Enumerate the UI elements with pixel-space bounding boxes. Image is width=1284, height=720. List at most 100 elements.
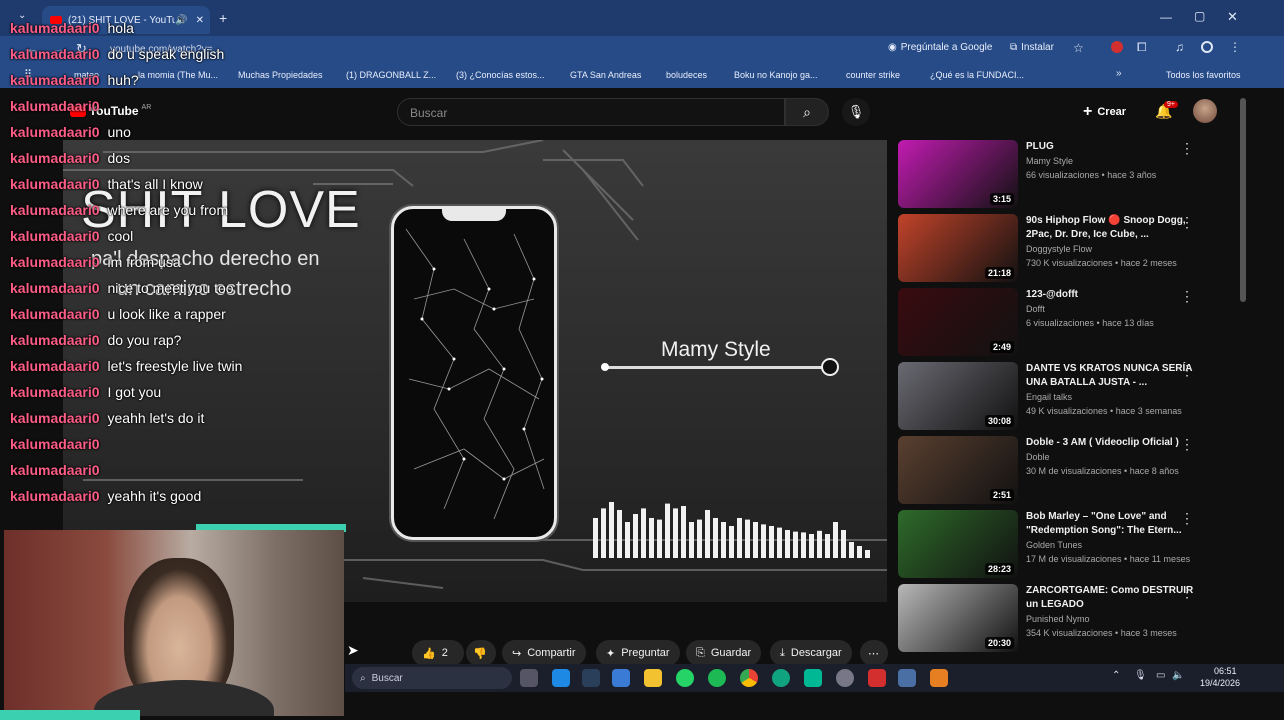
microphone-icon[interactable]: 🎙	[1134, 670, 1147, 681]
app-icon[interactable]	[612, 669, 630, 687]
install-app-button[interactable]: ⧉ Instalar	[1010, 42, 1054, 53]
video-title[interactable]: PLUG	[1026, 140, 1206, 154]
bookmark-star-icon[interactable]: ☆	[1073, 41, 1084, 55]
suggested-video-card[interactable]: 2:51 Doble - 3 AM ( Videoclip Oficial ) Do…	[898, 436, 1228, 506]
channel-name[interactable]: Doble	[1026, 452, 1050, 462]
steam-icon[interactable]	[582, 669, 600, 687]
video-thumbnail[interactable]: 2:49	[898, 288, 1018, 356]
channel-name[interactable]: Doggystyle Flow	[1026, 244, 1092, 254]
chrome-icon[interactable]	[740, 669, 758, 687]
app-icon[interactable]	[930, 669, 948, 687]
network-icon[interactable]: ▭	[1156, 670, 1165, 681]
page-scrollbar[interactable]	[1240, 98, 1246, 302]
video-thumbnail[interactable]: 3:15	[898, 140, 1018, 208]
clock-time[interactable]: 06:51	[1214, 666, 1237, 676]
share-button[interactable]: ↪ Compartir	[502, 640, 586, 666]
url-field[interactable]: youtube.com/watch?v=...	[110, 40, 880, 60]
channel-name[interactable]: Punished Nymo	[1026, 614, 1090, 624]
suggested-video-card[interactable]: 20:30 ZARCORTGAME: Como DESTRUIR un LEGAD…	[898, 584, 1228, 654]
user-avatar[interactable]	[1193, 99, 1217, 123]
more-options-icon[interactable]: ⋮	[1180, 362, 1194, 379]
clock-date[interactable]: 19/4/2026	[1200, 678, 1240, 688]
video-title[interactable]: 90s Hiphop Flow 🔴 Snoop Dogg, 2Pac, Dr. …	[1026, 214, 1206, 242]
tray-chevron-icon[interactable]: ⌃	[1112, 670, 1120, 681]
video-title[interactable]: Bob Marley – "One Love" and "Redemption …	[1026, 510, 1206, 538]
ask-button[interactable]: ✦ Preguntar	[596, 640, 680, 666]
extension-icon[interactable]	[1111, 41, 1123, 53]
settings-gear-icon[interactable]	[836, 669, 854, 687]
suggested-video-card[interactable]: 30:08 DANTE VS KRATOS NUNCA SERÍA UNA BAT…	[898, 362, 1228, 432]
video-title[interactable]: ZARCORTGAME: Como DESTRUIR un LEGADO	[1026, 584, 1206, 612]
chat-username: kalumadaari0	[10, 20, 100, 36]
video-duration: 21:18	[984, 267, 1014, 279]
bookmark-item[interactable]: GTA San Andreas	[570, 70, 641, 80]
app-icon[interactable]	[868, 669, 886, 687]
minimize-button[interactable]: —	[1160, 10, 1172, 24]
media-control-icon[interactable]: ♫	[1175, 40, 1184, 54]
ask-google-chip[interactable]: ◉ Pregúntale a Google	[888, 42, 992, 53]
suggested-video-card[interactable]: 2:49 123-@dofft Dofft 6 visualizaciones • h…	[898, 288, 1228, 358]
new-tab-button[interactable]: +	[219, 10, 227, 26]
bookmark-item[interactable]: Boku no Kanojo ga...	[734, 70, 818, 80]
video-thumbnail[interactable]: 28:23	[898, 510, 1018, 578]
suggested-video-card[interactable]: 28:23 Bob Marley – "One Love" and "Redemp…	[898, 510, 1228, 580]
progress-knob[interactable]	[821, 358, 839, 376]
bookmark-item[interactable]: counter strike	[846, 70, 900, 80]
more-options-icon[interactable]: ⋮	[1180, 584, 1194, 601]
spotify-icon[interactable]	[708, 669, 726, 687]
video-thumbnail[interactable]: 21:18	[898, 214, 1018, 282]
app-icon[interactable]	[772, 669, 790, 687]
video-title[interactable]: Doble - 3 AM ( Videoclip Oficial )	[1026, 436, 1206, 450]
all-bookmarks-folder[interactable]: Todos los favoritos	[1166, 70, 1241, 80]
suggested-video-card[interactable]: 21:18 90s Hiphop Flow 🔴 Snoop Dogg, 2Pac,…	[898, 214, 1228, 284]
task-view-icon[interactable]	[520, 669, 538, 687]
bookmark-item[interactable]: (3) ¿Conocías estos...	[456, 70, 545, 80]
whatsapp-icon[interactable]	[676, 669, 694, 687]
vscode-icon[interactable]	[552, 669, 570, 687]
extensions-puzzle-icon[interactable]: ⧠	[1137, 40, 1147, 55]
file-explorer-icon[interactable]	[644, 669, 662, 687]
save-button[interactable]: ⎘ Guardar	[686, 640, 762, 666]
tab-close-icon[interactable]: ✕	[196, 15, 204, 26]
equalizer-bar	[633, 514, 638, 558]
video-thumbnail[interactable]: 2:51	[898, 436, 1018, 504]
voice-search-mic-icon[interactable]: 🎙	[842, 98, 870, 126]
video-thumbnail[interactable]: 30:08	[898, 362, 1018, 430]
youtube-search-input[interactable]: Buscar	[397, 98, 785, 126]
youtube-search-button[interactable]: ⌕	[785, 98, 829, 126]
app-icon[interactable]	[898, 669, 916, 687]
more-options-icon[interactable]: ⋮	[1180, 288, 1194, 305]
download-button[interactable]: ⤓ Descargar	[770, 640, 852, 666]
app-icon[interactable]	[804, 669, 822, 687]
channel-name[interactable]: Golden Tunes	[1026, 540, 1082, 550]
channel-name[interactable]: Engail talks	[1026, 392, 1072, 402]
channel-name[interactable]: Mamy Style	[1026, 156, 1073, 166]
chat-message: kalumadaari0 dos	[10, 150, 130, 170]
video-thumbnail[interactable]: 20:30	[898, 584, 1018, 652]
channel-name[interactable]: Dofft	[1026, 304, 1045, 314]
more-options-icon[interactable]: ⋮	[1180, 436, 1194, 453]
video-title[interactable]: 123-@dofft	[1026, 288, 1206, 302]
browser-menu-icon[interactable]: ⋮	[1229, 40, 1241, 54]
chat-username: kalumadaari0	[10, 462, 100, 478]
taskbar-search-box[interactable]: ⌕ Buscar	[352, 667, 512, 689]
close-window-button[interactable]: ✕	[1227, 9, 1238, 25]
maximize-button[interactable]: ▢	[1194, 9, 1205, 23]
like-button[interactable]: 👍 2	[412, 640, 464, 666]
more-actions-button[interactable]: ⋯	[860, 640, 888, 666]
bookmark-item[interactable]: Muchas Propiedades	[238, 70, 323, 80]
bookmark-item[interactable]: ¿Qué es la FUNDACI...	[930, 70, 1024, 80]
more-options-icon[interactable]: ⋮	[1180, 510, 1194, 527]
video-title[interactable]: DANTE VS KRATOS NUNCA SERÍA UNA BATALLA …	[1026, 362, 1206, 390]
volume-icon[interactable]: 🔈	[1172, 670, 1184, 681]
create-button[interactable]: + Crear	[1083, 100, 1126, 124]
profile-icon[interactable]	[1201, 41, 1213, 53]
more-options-icon[interactable]: ⋮	[1180, 214, 1194, 231]
suggested-video-card[interactable]: 3:15 PLUG Mamy Style 66 visualizaciones • h…	[898, 140, 1228, 210]
bookmark-item[interactable]: boludeces	[666, 70, 707, 80]
more-options-icon[interactable]: ⋮	[1180, 140, 1194, 157]
bookmark-item[interactable]: (1) DRAGONBALL Z...	[346, 70, 436, 80]
bookmarks-overflow-icon[interactable]: »	[1116, 68, 1122, 79]
bookmark-item[interactable]: la momia (The Mu...	[138, 70, 218, 80]
dislike-button[interactable]: 👎	[466, 640, 496, 666]
